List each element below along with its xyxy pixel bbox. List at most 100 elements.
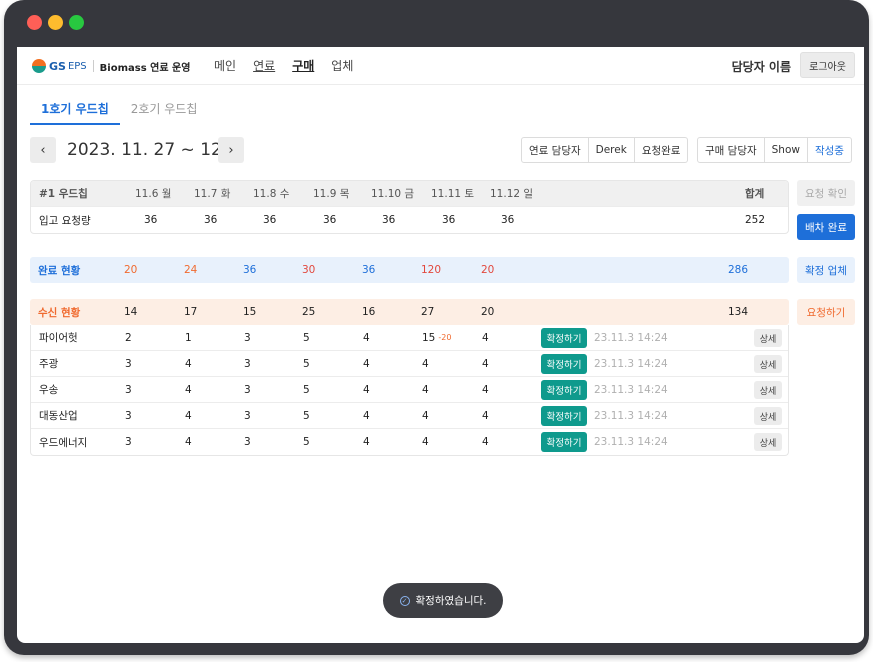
confirm-button[interactable]: 확정하기 (541, 432, 587, 452)
vendor-value: 5 (303, 436, 310, 448)
menu-item-main[interactable]: 메인 (214, 57, 236, 75)
confirm-button[interactable]: 확정하기 (541, 380, 587, 400)
cell-total: 252 (745, 214, 766, 226)
menu-item-fuel[interactable]: 연료 (253, 57, 275, 75)
purchase-manager-status: 구매 담당자 Show 작성중 (697, 137, 852, 163)
detail-button[interactable]: 상세 (754, 329, 782, 347)
confirm-timestamp: 23.11.3 14:24 (594, 357, 668, 370)
detail-button[interactable]: 상세 (754, 433, 782, 451)
completion-value: 30 (302, 264, 316, 276)
tab-unit-2-woodchip[interactable]: 2호기 우드칩 (120, 100, 209, 125)
vendor-name: 대동산업 (39, 410, 78, 422)
header-day: 11.9 목 (313, 188, 350, 200)
completion-value: 20 (124, 264, 138, 276)
vendor-name: 우드에너지 (39, 436, 88, 449)
confirmed-vendor-button[interactable]: 확정 업체 (797, 257, 855, 283)
vendor-value: 1 (185, 331, 192, 344)
menu-item-vendor[interactable]: 업체 (331, 57, 353, 75)
gs-logo-icon (32, 59, 46, 73)
vendor-value: 5 (303, 383, 310, 396)
vendor-value: 4 (482, 357, 489, 370)
request-table: #1 우드칩 11.6 월 11.7 화 11.8 수 11.9 목 11.10… (30, 180, 789, 234)
received-value: 16 (362, 306, 376, 318)
minimize-window-dot[interactable] (48, 15, 63, 30)
received-label: 수신 현황 (38, 306, 81, 319)
vendor-value: 2 (125, 331, 132, 344)
vendor-value: 3 (244, 331, 251, 344)
cell-value: 36 (382, 214, 396, 226)
cell-value: 36 (442, 214, 456, 226)
close-window-dot[interactable] (27, 15, 42, 30)
confirm-button[interactable]: 확정하기 (541, 354, 587, 374)
chevron-left-icon: ‹ (40, 142, 46, 158)
completion-value: 24 (184, 264, 198, 276)
toast-notification: ✓ 확정하였습니다. (383, 583, 503, 618)
vendor-value: 4 (363, 409, 370, 422)
vendor-value: 4 (363, 357, 370, 370)
vendor-value: 15 (422, 331, 436, 344)
cell-value: 36 (323, 214, 337, 226)
purchase-manager-name: Show (765, 138, 808, 162)
fuel-manager-status: 연료 담당자 Derek 요청완료 (521, 137, 689, 163)
cell-value: 36 (263, 214, 277, 226)
dispatch-done-button[interactable]: 배차 완료 (797, 214, 855, 240)
vendor-value: 4 (482, 383, 489, 396)
cell-value: 36 (204, 214, 218, 226)
brand-logo[interactable]: GS EPS Biomass 연료 운영 (32, 57, 190, 75)
logout-button[interactable]: 로그아웃 (800, 52, 855, 78)
window-frame: GS EPS Biomass 연료 운영 메인 연료 구매 업체 담당자 이름 … (4, 0, 869, 655)
received-value: 25 (302, 306, 316, 318)
menu-item-purchase[interactable]: 구매 (292, 57, 314, 75)
delta-badge: -20 (438, 333, 452, 342)
app-title: Biomass 연료 운영 (99, 62, 191, 74)
logo-gs-text: GS (49, 59, 66, 73)
header-day: 11.6 월 (135, 188, 172, 200)
completion-value: 36 (362, 264, 376, 276)
vendor-value: 4 (422, 383, 429, 396)
vendor-value: 4 (185, 383, 192, 396)
vendor-value: 4 (482, 409, 489, 422)
confirm-timestamp: 23.11.3 14:24 (594, 436, 668, 448)
vendor-value: 4 (422, 436, 429, 448)
completion-status-row: 완료 현황 20 24 36 30 36 120 20 286 (30, 257, 789, 283)
header-day: 11.8 수 (253, 188, 290, 200)
detail-button[interactable]: 상세 (754, 407, 782, 425)
app-screen: GS EPS Biomass 연료 운영 메인 연료 구매 업체 담당자 이름 … (17, 47, 864, 643)
vendor-value: 4 (482, 436, 489, 448)
confirm-timestamp: 23.11.3 14:24 (594, 383, 668, 396)
received-value: 15 (243, 306, 257, 318)
maximize-window-dot[interactable] (69, 15, 84, 30)
week-range-label: 2023. 11. 27 ~ 12.3 (67, 140, 239, 160)
received-value: 14 (124, 306, 138, 318)
vendor-value: 3 (244, 436, 251, 448)
table-row: 대동산업 3 4 3 5 4 4 4 확정하기 23.11.3 14:24 상세 (31, 403, 788, 429)
detail-button[interactable]: 상세 (754, 381, 782, 399)
next-week-button[interactable]: › (218, 137, 244, 163)
vendor-name: 주광 (39, 358, 59, 370)
vendor-value: 3 (244, 357, 251, 370)
table-header-row: #1 우드칩 11.6 월 11.7 화 11.8 수 11.9 목 11.10… (31, 181, 788, 207)
chevron-right-icon: › (228, 142, 234, 158)
request-check-button[interactable]: 요청 확인 (797, 180, 855, 206)
table-row: 입고 요청량 36 36 36 36 36 36 36 252 (31, 207, 788, 233)
confirm-button[interactable]: 확정하기 (541, 406, 587, 426)
header-day: 11.7 화 (194, 188, 231, 200)
vendor-value: 5 (303, 357, 310, 370)
request-button[interactable]: 요청하기 (797, 299, 855, 325)
vendor-value: 3 (125, 383, 132, 396)
fuel-request-status: 요청완료 (641, 144, 681, 157)
row-label: 입고 요청량 (39, 214, 91, 227)
confirm-button[interactable]: 확정하기 (541, 328, 587, 348)
tab-unit-1-woodchip[interactable]: 1호기 우드칩 (30, 100, 120, 125)
prev-week-button[interactable]: ‹ (30, 137, 56, 163)
completion-value: 20 (481, 264, 495, 276)
detail-button[interactable]: 상세 (754, 355, 782, 373)
logo-divider (92, 60, 94, 72)
completion-value: 120 (421, 264, 442, 276)
vendor-value: 4 (422, 409, 429, 422)
fuel-manager-name: Derek (589, 138, 635, 162)
received-total: 134 (728, 306, 749, 318)
header-day: 11.12 일 (490, 188, 534, 200)
header-day: 11.10 금 (371, 188, 415, 200)
vendor-value: 5 (303, 409, 310, 422)
